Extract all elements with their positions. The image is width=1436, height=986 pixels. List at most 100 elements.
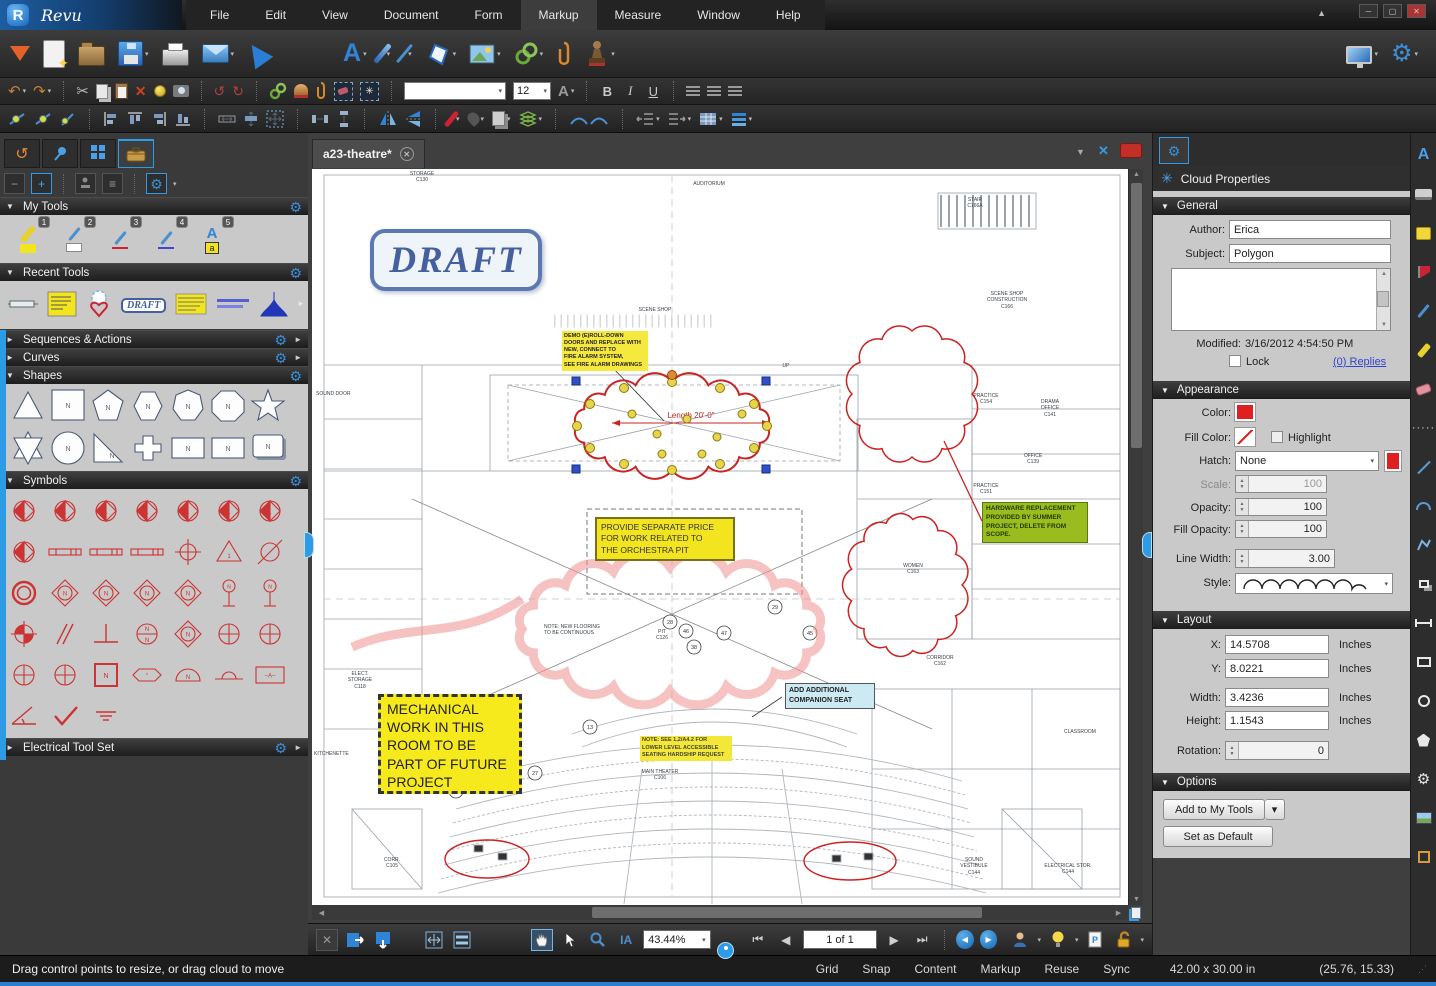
seat-circle-markup[interactable]	[445, 840, 529, 878]
resize-grip[interactable]: ⋰	[1418, 964, 1428, 975]
select-text-button[interactable]: IA	[615, 929, 637, 951]
gear-icon[interactable]: ⚙	[275, 351, 288, 365]
layers-copy-button[interactable]: ▾	[492, 111, 511, 126]
curves-button[interactable]	[569, 111, 609, 127]
rotation-stepper[interactable]: ▲▼0	[1225, 741, 1329, 760]
table-button[interactable]: ▾	[699, 112, 723, 126]
ink-button[interactable]: ▾	[468, 112, 485, 125]
overflow-arrow-icon[interactable]: ►	[294, 335, 302, 344]
format-painter-button[interactable]	[154, 85, 166, 97]
style-select[interactable]: ▾	[1235, 573, 1393, 594]
flatten-button[interactable]: ✳	[360, 82, 379, 101]
copy-button[interactable]	[96, 84, 108, 99]
section-options[interactable]: ▼Options	[1153, 773, 1411, 791]
stamp-manager-button[interactable]	[75, 173, 96, 194]
filter-list-button[interactable]: ≡	[102, 173, 123, 194]
image-tool-button[interactable]: ▾	[469, 44, 501, 64]
hyperlink-button[interactable]: ▾	[514, 42, 544, 66]
first-page-button[interactable]: ⏮	[747, 929, 769, 951]
tab-properties[interactable]: ⚙	[1159, 137, 1189, 164]
recent-measure-tool[interactable]	[8, 298, 38, 313]
gear-icon[interactable]: ⚙	[275, 333, 288, 347]
scroll-up-icon[interactable]: ▲	[1381, 271, 1387, 277]
author-filter-button[interactable]	[1009, 929, 1031, 951]
height-field[interactable]: 1.1543	[1225, 711, 1329, 730]
email-button[interactable]: ▾	[202, 44, 235, 63]
menu-measure[interactable]: Measure	[597, 0, 680, 30]
menu-markup[interactable]: Markup	[521, 0, 597, 30]
draft-stamp-markup[interactable]: DRAFT	[370, 229, 542, 291]
scroll-right-icon[interactable]: ▶	[1111, 909, 1126, 917]
distribute-horizontal-button[interactable]	[218, 111, 236, 127]
zoom-tool-button[interactable]	[587, 929, 609, 951]
gear-icon[interactable]: ⚙	[289, 266, 302, 280]
vertical-scrollbar[interactable]: ▲ ▼	[1128, 169, 1143, 905]
maximize-button[interactable]: ▢	[1383, 4, 1402, 18]
gear-icon[interactable]: ⚙	[289, 369, 302, 383]
note-icon[interactable]	[1414, 223, 1434, 243]
list-indent-button[interactable]: ▾	[636, 112, 660, 126]
author-field[interactable]: Erica	[1229, 220, 1391, 239]
fit-page-button[interactable]	[451, 929, 473, 951]
menu-file[interactable]: File	[192, 0, 247, 30]
hatch-select[interactable]: None▾	[1235, 451, 1379, 471]
tab-recent-activity[interactable]: ↺	[4, 139, 40, 168]
open-button[interactable]	[78, 41, 105, 66]
overflow-arrow-icon[interactable]: ►	[294, 743, 302, 752]
paste-button[interactable]	[115, 83, 128, 99]
gear-icon[interactable]: ⚙	[289, 474, 302, 488]
section-my-tools[interactable]: ▼ My Tools ⚙	[0, 197, 308, 215]
section-symbols[interactable]: ▼ Symbols ⚙	[0, 471, 308, 489]
tool-pen-red-line[interactable]: 3	[102, 218, 138, 260]
recent-highlight-text-tool[interactable]	[175, 293, 207, 318]
flip-horizontal-button[interactable]	[378, 111, 398, 127]
menu-edit[interactable]: Edit	[247, 0, 304, 30]
add-to-my-tools-caret[interactable]: ▾	[1265, 799, 1285, 820]
cut-button[interactable]: ✂	[76, 82, 89, 100]
align-objects-top-button[interactable]	[127, 111, 143, 127]
page-corner-icon[interactable]	[1128, 905, 1144, 921]
section-shapes[interactable]: ▼ Shapes ⚙	[0, 366, 308, 384]
line-tool-icon[interactable]	[1414, 457, 1434, 477]
eraser-icon[interactable]	[1414, 379, 1434, 399]
expand-all-button[interactable]: +	[31, 173, 52, 194]
node-delete-button[interactable]	[34, 111, 52, 127]
align-right-button[interactable]	[728, 86, 742, 97]
comment-field[interactable]: ▲ ▼	[1171, 268, 1391, 331]
new-document-button[interactable]: ✦	[43, 40, 65, 68]
recent-note-tool[interactable]	[47, 291, 77, 320]
section-layout[interactable]: ▼Layout	[1153, 611, 1411, 629]
underline-button[interactable]: U	[645, 84, 661, 99]
close-document-icon[interactable]: ✕	[1098, 143, 1109, 159]
section-appearance[interactable]: ▼Appearance	[1153, 381, 1411, 399]
next-page-button[interactable]: ▶	[883, 929, 905, 951]
toggle-grid[interactable]: Grid	[816, 962, 839, 976]
add-to-my-tools-button[interactable]: Add to My Tools	[1163, 799, 1265, 820]
shape-cross[interactable]	[135, 436, 161, 460]
section-curves[interactable]: ► Curves ⚙ ►	[0, 348, 308, 366]
center-in-page-button[interactable]	[266, 110, 284, 128]
y-field[interactable]: 8.0221	[1225, 659, 1329, 678]
cloud-markup[interactable]	[846, 326, 977, 462]
gear-icon[interactable]: ⚙	[275, 741, 288, 755]
lock-checkbox[interactable]	[1229, 355, 1241, 367]
image-markup-icon[interactable]	[1414, 808, 1434, 828]
align-center-button[interactable]	[707, 86, 721, 97]
fill-opacity-stepper[interactable]: ▲▼100	[1235, 520, 1327, 538]
text-tool-button[interactable]: A▾	[343, 39, 367, 68]
pdf-properties-button[interactable]: P	[1084, 929, 1106, 951]
tab-tool-chest[interactable]	[118, 139, 154, 168]
hardware-note-markup[interactable]: HARDWARE REPLACEMENT PROVIDED BY SUMMER …	[982, 502, 1088, 543]
highlight-checkbox[interactable]	[1271, 431, 1283, 443]
tool-highlight[interactable]: 1	[10, 218, 46, 260]
seating-note-markup[interactable]: NOTE: SEE 1,2/A4.2 FOR LOWER LEVEL ACCES…	[640, 736, 732, 761]
section-general[interactable]: ▼General	[1153, 197, 1411, 215]
rotate-left-button[interactable]: ↺	[214, 83, 226, 100]
menu-window[interactable]: Window	[679, 0, 758, 30]
cloud-markup[interactable]	[843, 514, 968, 657]
recent-double-line-tool[interactable]	[216, 297, 250, 314]
cloud-tool-icon[interactable]: ⚙	[1414, 769, 1434, 789]
mechanical-note-markup[interactable]: MECHANICAL WORK IN THIS ROOM TO BE PART …	[378, 694, 522, 794]
shape-right-triangle[interactable]	[94, 434, 122, 462]
attachment-button[interactable]	[556, 40, 572, 68]
